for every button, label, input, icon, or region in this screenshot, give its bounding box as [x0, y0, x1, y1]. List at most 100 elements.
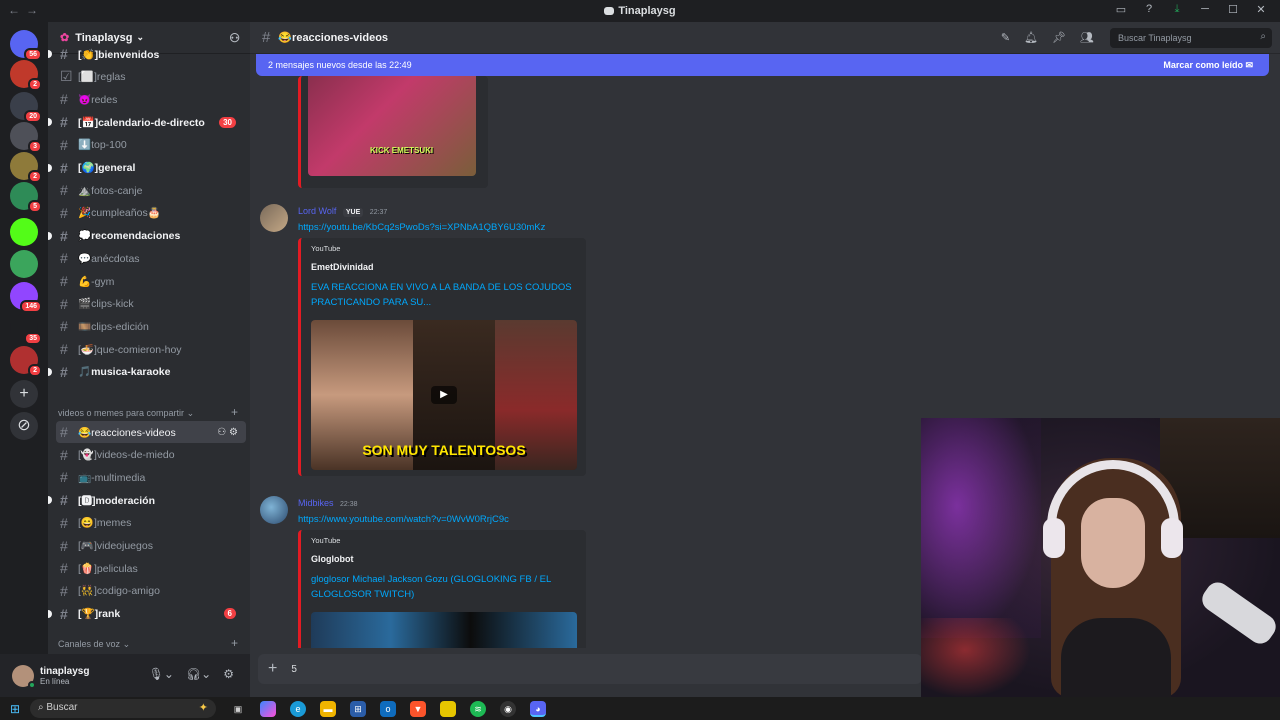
- channel-item[interactable]: # [👻]videos-de-miedo: [56, 444, 246, 466]
- help-icon[interactable]: ?: [1142, 3, 1156, 16]
- brave-icon[interactable]: ▼: [410, 700, 426, 717]
- channel-item[interactable]: # [👯]codigo-amigo: [56, 580, 246, 602]
- edge-icon[interactable]: e: [290, 700, 306, 717]
- server-icon[interactable]: 3: [10, 122, 42, 153]
- server-icon[interactable]: 56: [10, 30, 42, 61]
- file-explorer-icon[interactable]: ▬: [320, 700, 336, 717]
- embed-channel[interactable]: Gloglobot: [311, 554, 576, 564]
- message-link[interactable]: https://youtu.be/KbCq2sPwoDs?si=XPNbA1QB…: [298, 222, 545, 233]
- channel-item[interactable]: # ⬇️top-100: [56, 134, 246, 156]
- threads-icon[interactable]: ✎: [1001, 31, 1010, 44]
- add-server-icon[interactable]: +: [10, 380, 38, 408]
- server-rail: 56 2 20 3 2 5 146 35 2 + ⊘: [0, 22, 48, 697]
- channel-item[interactable]: # 😂reacciones-videos ⚇ ⚙: [56, 421, 246, 443]
- server-icon[interactable]: 2: [10, 346, 42, 377]
- channel-item[interactable]: ☑ [⬜]reglas: [56, 66, 246, 88]
- channel-item[interactable]: # 🎵musica-karaoke: [48, 361, 246, 383]
- channel-item[interactable]: # ⛰️fotos-canje: [56, 179, 246, 201]
- server-icon[interactable]: 146: [10, 282, 42, 313]
- server-icon[interactable]: [10, 218, 38, 246]
- play-icon[interactable]: ▶: [431, 386, 457, 404]
- task-view-icon[interactable]: ▣: [230, 701, 246, 717]
- channel-item[interactable]: # [🅳]moderación: [48, 489, 246, 511]
- embed-title[interactable]: EVA REACCIONA EN VIVO A LA BANDA DE LOS …: [311, 280, 576, 310]
- create-channel-icon[interactable]: +: [231, 405, 238, 419]
- server-icon[interactable]: 2: [10, 152, 42, 183]
- user-panel: tinaplaysg En línea 🎙︎⌄ 🎧︎⌄ ⚙: [0, 654, 250, 697]
- minimize-button[interactable]: ─: [1198, 3, 1212, 16]
- pin-icon[interactable]: 📌︎: [1052, 31, 1066, 44]
- channel-category[interactable]: videos o memes para compartir ⌄ +: [58, 405, 244, 419]
- channel-category[interactable]: Canales de voz ⌄ +: [58, 636, 244, 650]
- channel-label: 🎵musica-karaoke: [78, 366, 171, 379]
- message-link[interactable]: https://www.youtube.com/watch?v=0WvW0Rrj…: [298, 514, 509, 525]
- avatar[interactable]: [260, 496, 288, 524]
- server-icon[interactable]: 2: [10, 60, 42, 91]
- close-button[interactable]: ✕: [1254, 3, 1268, 16]
- microphone-icon[interactable]: 🎙︎⌄: [149, 667, 174, 681]
- channel-label: 📺-multimedia: [78, 471, 146, 484]
- hash-icon: #: [262, 29, 271, 46]
- channel-item[interactable]: # 💬anécdotas: [56, 247, 246, 269]
- channel-label: [👏]bienvenidos: [78, 48, 160, 61]
- channel-item[interactable]: # [🍿]peliculas: [56, 557, 246, 579]
- settings-gear-icon[interactable]: ⚙: [223, 667, 234, 681]
- channel-item[interactable]: # 💪-gym: [56, 270, 246, 292]
- discord-icon[interactable]: ◕: [530, 700, 546, 717]
- attach-plus-icon[interactable]: +: [268, 660, 277, 678]
- embed-title[interactable]: gloglosor Michael Jackson Gozu (GLOGLOKI…: [311, 572, 576, 602]
- embed-provider: YouTube: [311, 536, 341, 545]
- channel-item[interactable]: # [📅]calendario-de-directo 30: [48, 111, 246, 133]
- embed-thumbnail[interactable]: KICK EMETSUKI: [308, 76, 476, 176]
- inbox-icon[interactable]: ▭: [1114, 3, 1128, 16]
- notification-bell-icon[interactable]: 🔔︎: [1024, 31, 1038, 44]
- create-channel-icon[interactable]: +: [231, 636, 238, 650]
- avatar[interactable]: [260, 204, 288, 232]
- headphones-icon[interactable]: 🎧︎⌄: [186, 667, 211, 681]
- message-author[interactable]: Lord Wolf: [298, 206, 336, 216]
- server-icon[interactable]: 20: [10, 92, 42, 123]
- windows-start-icon[interactable]: ⊞: [10, 703, 22, 715]
- taskbar-search[interactable]: ⌕ Buscar ✦: [30, 699, 216, 718]
- hash-icon: #: [60, 363, 68, 380]
- channel-settings-icon[interactable]: ⚇ ⚙: [217, 427, 238, 438]
- message-author[interactable]: Midbikes: [298, 498, 334, 508]
- channel-item[interactable]: # 🎉cumpleaños🎂: [56, 202, 246, 224]
- outlook-icon[interactable]: o: [380, 700, 396, 717]
- mention-badge: 30: [219, 116, 236, 128]
- channel-item[interactable]: # [👏]bienvenidos: [48, 43, 246, 65]
- server-icon[interactable]: [10, 250, 38, 278]
- unread-indicator: [48, 609, 52, 618]
- channel-item[interactable]: # [🍜]que-comieron-hoy: [56, 338, 246, 360]
- spotify-icon[interactable]: ≋: [470, 700, 486, 717]
- server-icon[interactable]: 35: [10, 314, 42, 345]
- obs-icon[interactable]: ◉: [500, 700, 516, 717]
- download-icon[interactable]: ⤓: [1170, 3, 1184, 16]
- channel-item[interactable]: # [🌍]general: [48, 157, 246, 179]
- member-list-icon[interactable]: 👥︎: [1080, 31, 1094, 44]
- channel-item[interactable]: # 💭recomendaciones: [48, 225, 246, 247]
- sticky-notes-icon[interactable]: [440, 700, 456, 717]
- embed-channel[interactable]: EmetDivinidad: [311, 262, 576, 272]
- search-input[interactable]: Buscar Tinaplaysg ⌕: [1110, 28, 1272, 48]
- channel-item[interactable]: # 🎬clips-kick: [56, 293, 246, 315]
- explore-servers-icon[interactable]: ⊘: [10, 412, 38, 440]
- channel-label: 💬anécdotas: [78, 252, 140, 265]
- new-messages-bar[interactable]: 2 mensajes nuevos desde las 22:49 Marcar…: [256, 54, 1269, 76]
- channel-item[interactable]: # 🎞️clips-edición: [56, 315, 246, 337]
- avatar[interactable]: [12, 664, 36, 689]
- copilot-icon[interactable]: [260, 700, 276, 717]
- maximize-button[interactable]: ☐: [1226, 3, 1240, 16]
- message-input[interactable]: + 5: [258, 654, 922, 684]
- channel-item[interactable]: # [🏆]rank 6: [48, 603, 246, 625]
- channel-item[interactable]: # 📺-multimedia: [56, 466, 246, 488]
- channel-item[interactable]: # [🎮]videojuegos: [56, 535, 246, 557]
- video-thumbnail[interactable]: [311, 612, 577, 648]
- video-thumbnail[interactable]: ▶ SON MUY TALENTOSOS: [311, 320, 577, 470]
- server-icon[interactable]: 5: [10, 182, 42, 213]
- store-icon[interactable]: ⊞: [350, 700, 366, 717]
- channel-item[interactable]: # [😄]memes: [56, 512, 246, 534]
- channel-label: [🍜]que-comieron-hoy: [78, 343, 182, 356]
- channel-item[interactable]: # 😈redes: [56, 88, 246, 110]
- mark-as-read-button[interactable]: Marcar como leído ✉: [1163, 60, 1253, 71]
